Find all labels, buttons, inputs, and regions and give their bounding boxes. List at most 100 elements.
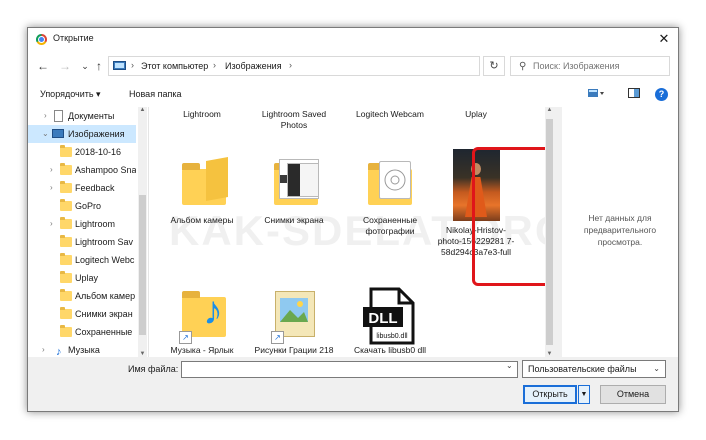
recent-locations-chevron-icon[interactable]: ⌄ <box>78 59 92 73</box>
filename-input[interactable] <box>181 361 518 378</box>
folder-icon <box>60 325 72 337</box>
file-label: Рисунки Грации 218 <box>254 345 334 355</box>
folder-icon <box>60 253 72 265</box>
chevron-right-icon[interactable]: › <box>50 161 53 179</box>
sidebar-item-2018-10-16[interactable]: 2018-10-16 <box>28 143 136 161</box>
folder-icon <box>60 145 72 157</box>
folder-icon <box>60 181 72 193</box>
music-icon: ♪ <box>56 346 62 357</box>
file-label: Скачать libusb0 dll <box>353 345 427 355</box>
chevron-right-icon[interactable]: › <box>42 341 45 357</box>
chrome-logo-icon <box>36 34 47 45</box>
document-icon <box>379 161 411 199</box>
file-type-select[interactable]: Пользовательские файлы ⌄ <box>522 360 666 378</box>
sidebar-item-uplay[interactable]: Uplay <box>28 269 136 287</box>
chevron-right-icon[interactable]: › <box>50 215 53 233</box>
chevron-right-icon[interactable]: › <box>50 179 53 197</box>
file-label-lightroom-saved[interactable]: Lightroom Saved Photos <box>253 109 335 131</box>
sidebar-item-label: Сохраненные <box>75 327 133 337</box>
breadcrumb-pictures[interactable]: Изображения <box>225 61 282 71</box>
file-tile-screenshots[interactable]: Снимки экрана <box>253 145 335 235</box>
window-title: Открытие <box>53 33 94 43</box>
folder-icon <box>60 199 72 211</box>
folder-icon <box>60 289 72 301</box>
chevron-down-icon: ⌄ <box>653 364 660 373</box>
close-button[interactable]: ✕ <box>654 30 674 48</box>
folder-icon <box>60 307 72 319</box>
file-tile-music-shortcut[interactable]: ♪ ↗ Музыка - Ярлык <box>161 287 243 357</box>
sidebar-item-label: 2018-10-16 <box>75 147 122 157</box>
help-icon[interactable]: ? <box>655 88 668 101</box>
cancel-button[interactable]: Отмена <box>600 385 666 404</box>
chevron-right-icon[interactable]: › <box>44 107 47 125</box>
file-tile-libusb-dll[interactable]: DLL libusb0.dll Скачать libusb0 dll <box>349 287 431 357</box>
organize-menu-button[interactable]: Упорядочить ▾ <box>40 89 101 100</box>
back-arrow-icon[interactable]: ← <box>36 59 50 73</box>
sidebar-scrollbar[interactable]: ▲ ▼ <box>138 107 147 357</box>
sidebar-item-feedback[interactable]: › Feedback <box>28 179 136 197</box>
preview-pane-button[interactable] <box>628 88 640 99</box>
file-label: Сохраненные фотографии <box>362 215 418 236</box>
sidebar-item-screenshots[interactable]: Снимки экран <box>28 305 136 323</box>
sidebar-item-lightroom[interactable]: › Lightroom <box>28 215 136 233</box>
sidebar-item-label: Uplay <box>75 273 99 283</box>
view-icon <box>588 89 604 97</box>
landscape-picture-icon <box>280 298 308 322</box>
document-icon <box>54 110 63 122</box>
search-input[interactable] <box>533 58 665 74</box>
forward-arrow-icon[interactable]: → <box>58 59 72 73</box>
file-type-value: Пользовательские файлы <box>528 364 637 374</box>
sidebar-item-camera-roll[interactable]: Альбом камер <box>28 287 136 305</box>
breadcrumb-separator[interactable]: › <box>289 60 292 70</box>
pictures-icon <box>113 61 126 70</box>
new-folder-button[interactable]: Новая папка <box>129 89 181 99</box>
dll-document-icon: DLL libusb0.dll <box>363 287 415 345</box>
filename-label: Имя файла: <box>128 364 179 374</box>
sidebar-item-pictures[interactable]: ⌄ Изображения <box>28 125 136 143</box>
file-list-scrollbar[interactable]: ▲ ▼ <box>545 107 554 357</box>
file-label-logitech[interactable]: Logitech Webcam <box>349 109 431 120</box>
breadcrumb-separator[interactable]: › <box>131 60 134 70</box>
file-tile-camera-roll[interactable]: Альбом камеры <box>161 145 243 235</box>
file-tile-gracia-drawings[interactable]: ↗ Рисунки Грации 218 <box>253 287 335 357</box>
file-label-lightroom[interactable]: Lightroom <box>161 109 243 120</box>
shortcut-arrow-icon: ↗ <box>179 331 192 344</box>
filename-dropdown-chevron-icon[interactable]: ⌄ <box>506 361 513 370</box>
sidebar-item-lightroom-saved[interactable]: Lightroom Sav <box>28 233 136 251</box>
change-view-button[interactable] <box>588 88 604 99</box>
sidebar-item-gopro[interactable]: GoPro <box>28 197 136 215</box>
open-dialog: Открытие ✕ ← → ⌄ ↑ › Этот компьютер › Из… <box>27 27 679 412</box>
sidebar-item-label: Ashampoo Sna <box>75 165 136 175</box>
address-bar[interactable]: › Этот компьютер › Изображения › <box>108 56 480 76</box>
refresh-button[interactable]: ↻ <box>483 56 505 76</box>
sidebar-item-label: Lightroom <box>75 219 116 229</box>
sidebar-item-saved-pictures[interactable]: Сохраненные <box>28 323 136 341</box>
sidebar-item-label: Изображения <box>68 129 125 139</box>
search-box[interactable]: ⚲ <box>510 56 670 76</box>
scroll-up-icon[interactable]: ▲ <box>138 107 147 113</box>
scrollbar-thumb[interactable] <box>139 195 146 335</box>
sidebar-item-music[interactable]: › ♪ Музыка <box>28 341 136 357</box>
music-note-icon: ♪ <box>203 289 223 333</box>
file-list: KAK-SDELAT.ORG Lightroom Lightroom Saved… <box>148 107 554 357</box>
folder-icon <box>182 157 228 205</box>
scroll-up-icon[interactable]: ▲ <box>545 107 554 113</box>
file-label: Снимки экрана <box>264 215 324 225</box>
sidebar-item-ashampoo[interactable]: › Ashampoo Sna <box>28 161 136 179</box>
up-arrow-icon[interactable]: ↑ <box>92 59 106 73</box>
file-name-bar: Имя файла: ⌄ Пользовательские файлы ⌄ От… <box>28 357 678 411</box>
open-options-dropdown[interactable]: ▼ <box>578 385 590 404</box>
navigation-bar: ← → ⌄ ↑ › Этот компьютер › Изображения ›… <box>28 51 678 83</box>
folder-icon <box>60 271 72 283</box>
sidebar-item-documents[interactable]: › Документы <box>28 107 136 125</box>
file-label-uplay[interactable]: Uplay <box>435 109 517 120</box>
breadcrumb-this-pc[interactable]: Этот компьютер <box>141 61 208 71</box>
navigation-pane: › Документы ⌄ Изображения 2018-10-16 › A… <box>28 107 148 357</box>
file-tile-saved-pictures[interactable]: Сохраненные фотографии <box>349 145 431 236</box>
scrollbar-thumb[interactable] <box>546 119 553 345</box>
chevron-down-icon[interactable]: ⌄ <box>42 125 49 143</box>
preview-message: Нет данных для предварительного просмотр… <box>583 213 657 247</box>
breadcrumb-separator[interactable]: › <box>213 60 216 70</box>
sidebar-item-logitech[interactable]: Logitech Webc <box>28 251 136 269</box>
open-button[interactable]: Открыть <box>523 385 577 404</box>
